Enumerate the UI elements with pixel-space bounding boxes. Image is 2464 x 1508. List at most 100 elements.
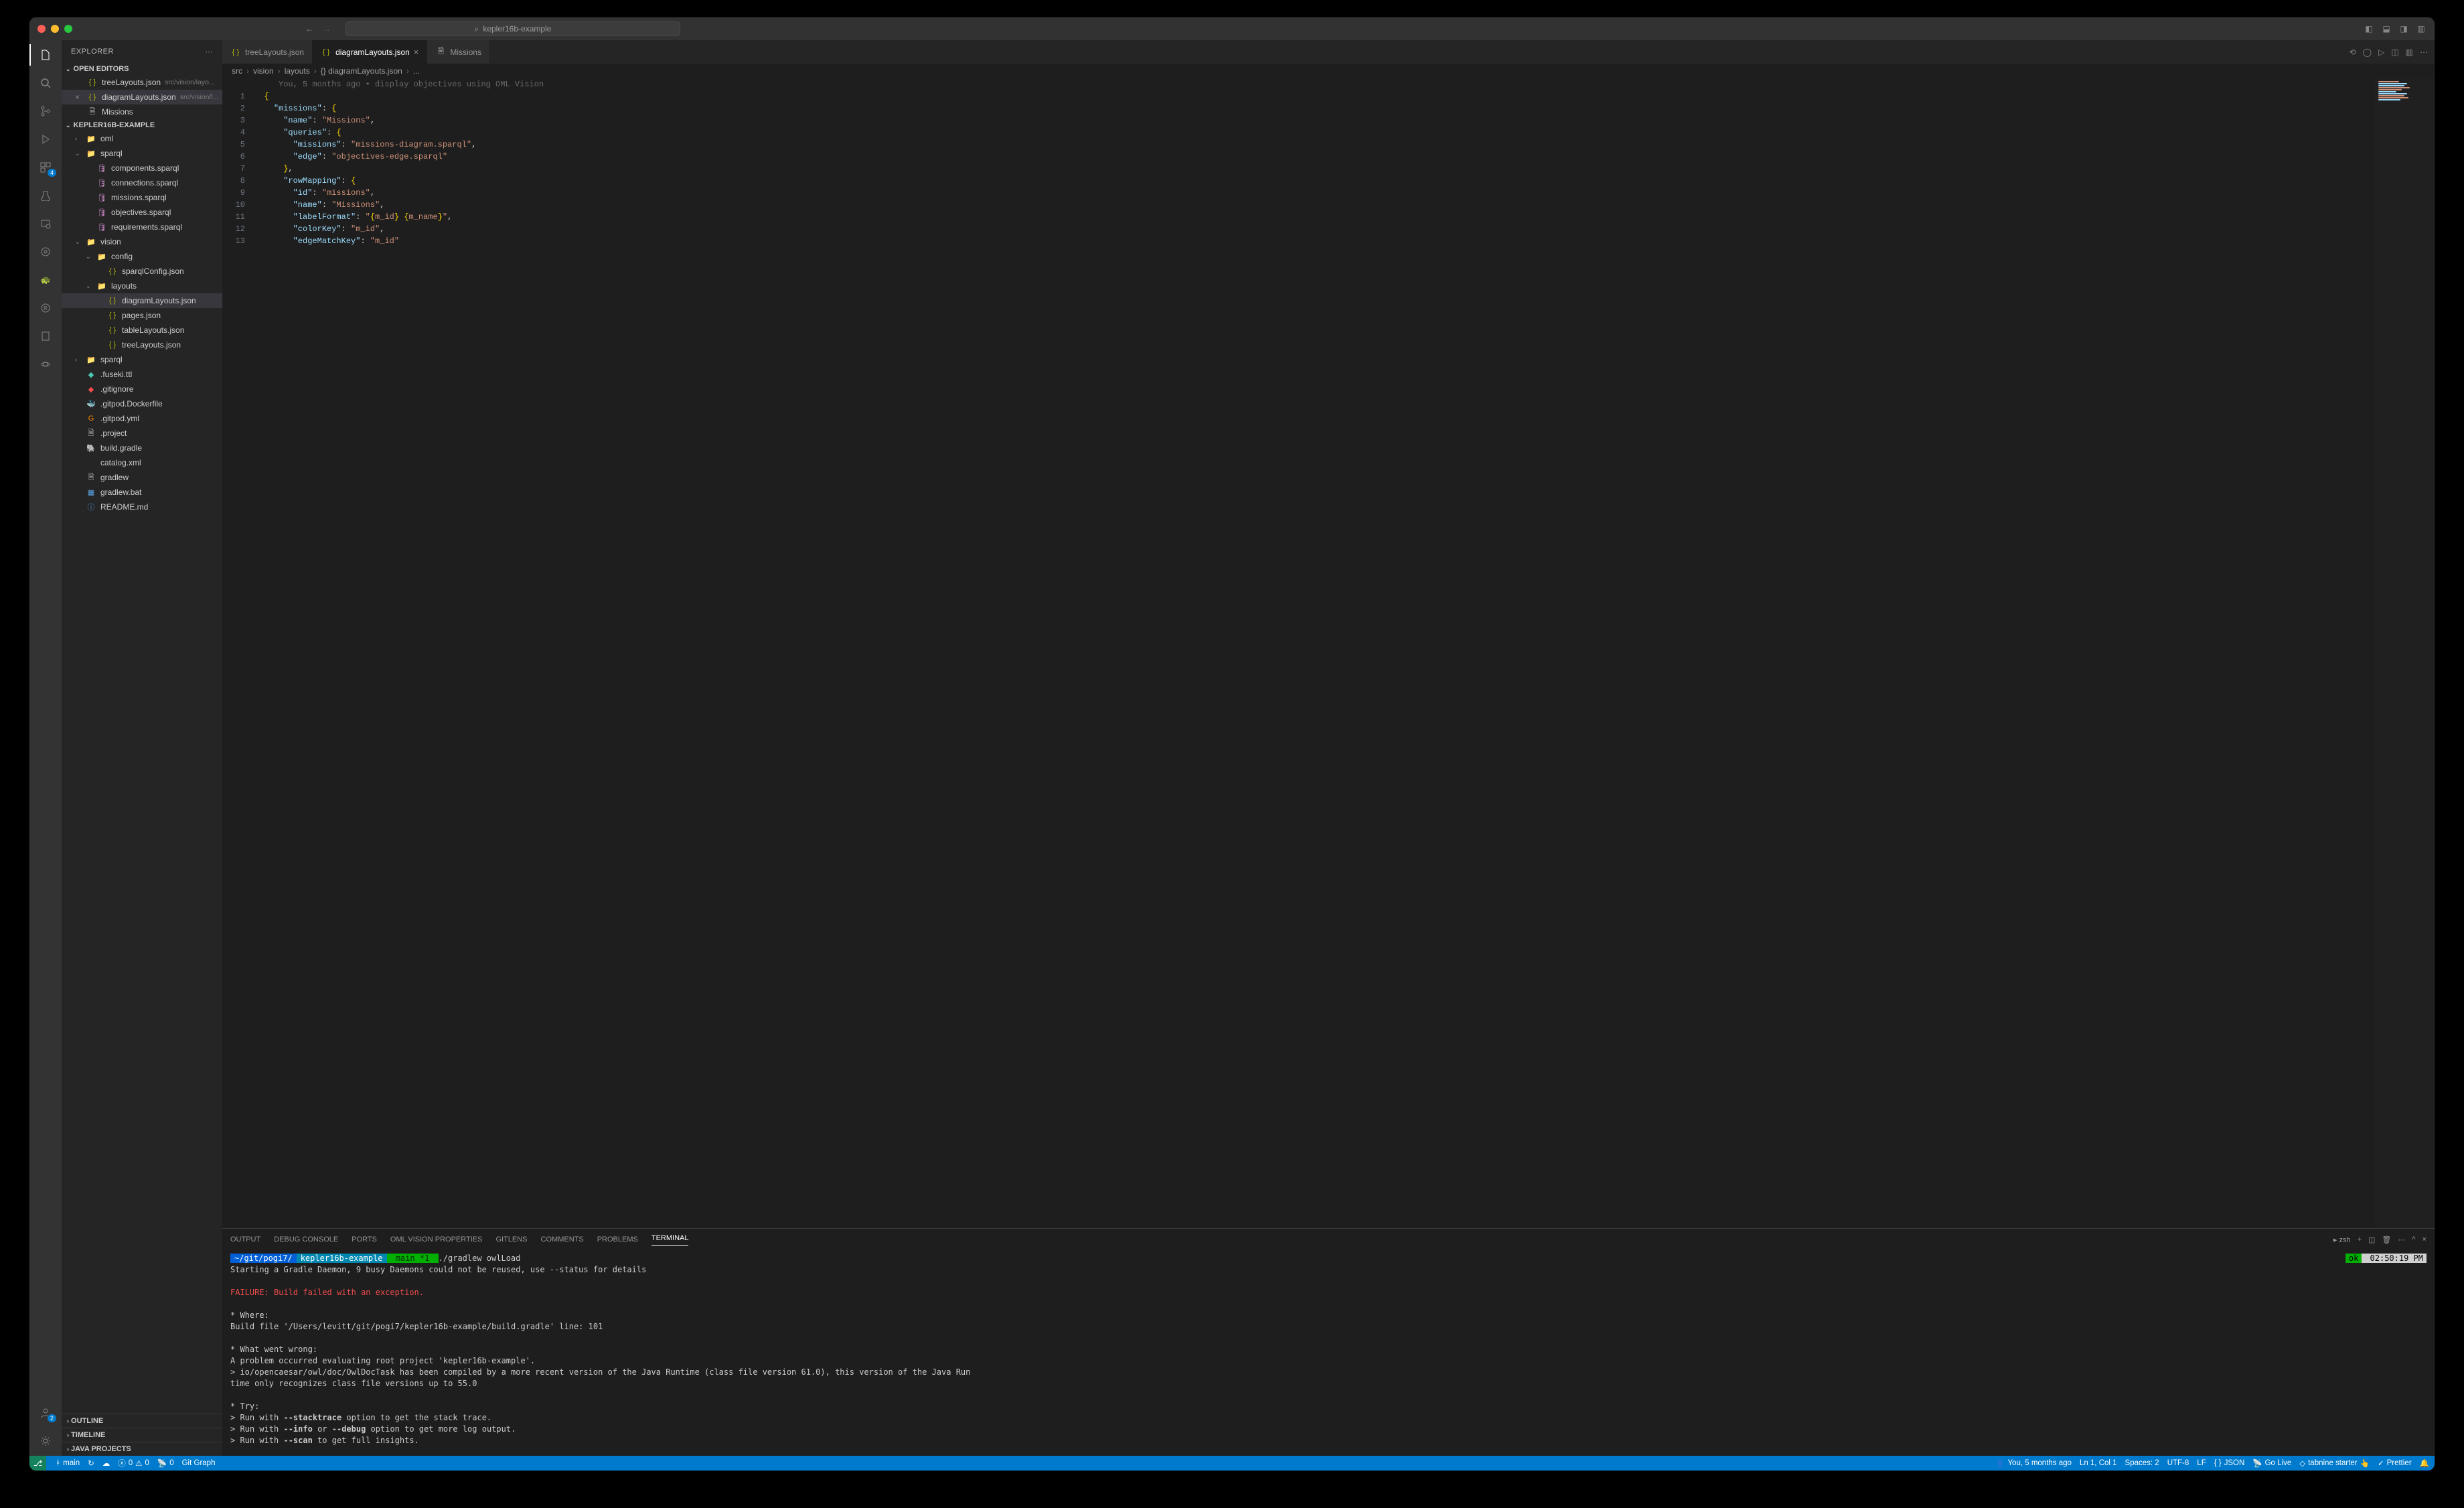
activity-search[interactable] [37, 75, 54, 91]
tab-action-3[interactable]: ▷ [2378, 48, 2384, 57]
sidebar-more-icon[interactable]: ⋯ [206, 48, 214, 56]
panel-close-icon[interactable]: × [2422, 1235, 2427, 1243]
tree-item[interactable]: 🗎.project [62, 426, 222, 441]
status-encoding[interactable]: UTF-8 [2167, 1459, 2189, 1467]
status-branch[interactable]: ᚼ main [56, 1459, 80, 1467]
status-prettier[interactable]: ✓ Prettier [2378, 1458, 2412, 1468]
editor-tab[interactable]: { }treeLayouts.json [222, 40, 313, 64]
layout-bottom-icon[interactable]: ⬓ [2381, 24, 2392, 33]
status-spaces[interactable]: Spaces: 2 [2125, 1459, 2159, 1467]
tree-item[interactable]: { }treeLayouts.json [62, 337, 222, 352]
open-editors-header[interactable]: ⌄OPEN EDITORS [62, 63, 222, 75]
activity-extensions[interactable]: 4 [37, 159, 54, 175]
tree-item[interactable]: G.gitpod.yml [62, 411, 222, 426]
status-position[interactable]: Ln 1, Col 1 [2080, 1459, 2117, 1467]
layout-customize-icon[interactable]: ▥ [2416, 24, 2427, 33]
status-ports[interactable]: 📡 0 [157, 1458, 174, 1468]
tab-action-layout[interactable]: ▥ [2406, 48, 2413, 57]
editor-tab[interactable]: { }diagramLayouts.json× [313, 40, 427, 64]
activity-ext2[interactable]: 🐢 [37, 272, 54, 288]
nav-forward-icon[interactable]: → [323, 24, 331, 33]
tree-item[interactable]: ›📁oml [62, 131, 222, 146]
status-golive[interactable]: 📡 Go Live [2252, 1458, 2291, 1468]
tree-item[interactable]: { }sparqlConfig.json [62, 264, 222, 279]
close-tab-icon[interactable]: × [414, 47, 419, 57]
tab-action-split[interactable]: ◫ [2391, 48, 2398, 57]
status-eol[interactable]: LF [2197, 1459, 2206, 1467]
tree-item[interactable]: ⌄📁layouts [62, 279, 222, 293]
activity-ext3[interactable]: R [37, 300, 54, 316]
activity-settings[interactable] [37, 1433, 54, 1449]
status-tabnine[interactable]: ◇ tabnine starter 👆 [2299, 1458, 2370, 1468]
activity-ext5[interactable] [37, 356, 54, 372]
tree-item[interactable]: ◆.gitignore [62, 382, 222, 396]
activity-scm[interactable] [37, 103, 54, 119]
close-icon[interactable]: × [75, 92, 83, 102]
tree-item[interactable]: { }pages.json [62, 308, 222, 323]
tree-item[interactable]: ⌄📁config [62, 249, 222, 264]
status-problems[interactable]: ⓧ 0 ⚠ 0 [118, 1458, 149, 1468]
sidebar-section-timeline[interactable]: › TIMELINE [62, 1428, 222, 1442]
activity-ext4[interactable] [37, 328, 54, 344]
layout-left-icon[interactable]: ◧ [2364, 24, 2374, 33]
tree-item[interactable]: 🛢objectives.sparql [62, 205, 222, 220]
activity-accounts[interactable]: 2 [37, 1405, 54, 1421]
panel-tab-terminal[interactable]: TERMINAL [651, 1234, 689, 1246]
open-editor-item[interactable]: × { }diagramLayouts.json src/vision/l... [62, 90, 222, 104]
tree-item[interactable]: ▦gradlew.bat [62, 485, 222, 500]
tree-item[interactable]: 🗎gradlew [62, 470, 222, 485]
tree-item[interactable]: ›📁sparql [62, 352, 222, 367]
editor-tab[interactable]: 🗎Missions [427, 40, 490, 64]
sidebar-section-outline[interactable]: › OUTLINE [62, 1414, 222, 1428]
open-editor-item[interactable]: 🗎Missions [62, 104, 222, 119]
tree-item[interactable]: 🛢components.sparql [62, 161, 222, 175]
terminal-new-icon[interactable]: + [2358, 1235, 2362, 1243]
sidebar-section-java projects[interactable]: › JAVA PROJECTS [62, 1442, 222, 1456]
activity-ext1[interactable] [37, 244, 54, 260]
activity-testing[interactable] [37, 187, 54, 204]
panel-maximize-icon[interactable]: ^ [2412, 1235, 2415, 1243]
terminal-more-icon[interactable]: ⋯ [2398, 1235, 2405, 1244]
minimap[interactable] [2374, 78, 2435, 1228]
terminal-shell-label[interactable]: ▸ zsh [2333, 1235, 2351, 1244]
terminal-kill-icon[interactable]: 🗑 [2382, 1235, 2391, 1244]
activity-explorer[interactable] [37, 47, 54, 63]
panel-tab-output[interactable]: OUTPUT [230, 1235, 260, 1243]
code-editor[interactable]: 12345678910111213 You, 5 months ago • di… [222, 78, 2435, 1228]
status-language[interactable]: { } JSON [2214, 1459, 2245, 1467]
panel-tab-gitlens[interactable]: GITLENS [495, 1235, 527, 1243]
open-editor-item[interactable]: { }treeLayouts.json src/vision/layo... [62, 75, 222, 90]
tab-action-2[interactable]: ◯ [2363, 48, 2372, 57]
activity-remote[interactable] [37, 216, 54, 232]
tree-item[interactable]: ⌄📁sparql [62, 146, 222, 161]
tab-action-1[interactable]: ⟲ [2350, 48, 2356, 57]
terminal[interactable]: ok 02:50:19 PM ~/git/pogi7/kepler16b-exa… [222, 1250, 2435, 1456]
breadcrumb[interactable]: src›vision›layouts›{} diagramLayouts.jso… [222, 64, 2435, 78]
tree-item[interactable]: ◆.fuseki.ttl [62, 367, 222, 382]
status-sync[interactable]: ↻ [88, 1458, 94, 1468]
zoom-window-button[interactable] [64, 25, 72, 33]
tree-item[interactable]: ⓘREADME.md [62, 500, 222, 514]
remote-indicator[interactable]: ⎇ [29, 1456, 46, 1471]
status-notifications[interactable]: 🔔 [2420, 1458, 2429, 1468]
tree-item[interactable]: 🛢requirements.sparql [62, 220, 222, 234]
tree-item[interactable]: 🐘build.gradle [62, 441, 222, 455]
activity-run[interactable] [37, 131, 54, 147]
tree-item[interactable]: { }tableLayouts.json [62, 323, 222, 337]
panel-tab-oml vision properties[interactable]: OML VISION PROPERTIES [390, 1235, 483, 1243]
close-window-button[interactable] [37, 25, 46, 33]
panel-tab-comments[interactable]: COMMENTS [541, 1235, 584, 1243]
panel-tab-ports[interactable]: PORTS [352, 1235, 377, 1243]
tree-item[interactable]: ⌄📁vision [62, 234, 222, 249]
minimize-window-button[interactable] [51, 25, 59, 33]
tree-item[interactable]: catalog.xml [62, 455, 222, 470]
status-blame[interactable]: 👤 You, 5 months ago [1995, 1458, 2072, 1468]
nav-back-icon[interactable]: ← [305, 24, 313, 33]
tree-item[interactable]: 🐳.gitpod.Dockerfile [62, 396, 222, 411]
terminal-split-icon[interactable]: ◫ [2368, 1235, 2375, 1244]
panel-tab-debug console[interactable]: DEBUG CONSOLE [274, 1235, 338, 1243]
command-center[interactable]: ⌕ kepler16b-example [345, 21, 680, 36]
tree-item[interactable]: 🛢connections.sparql [62, 175, 222, 190]
tree-item[interactable]: { }diagramLayouts.json [62, 293, 222, 308]
status-gitgraph[interactable]: Git Graph [182, 1459, 216, 1467]
